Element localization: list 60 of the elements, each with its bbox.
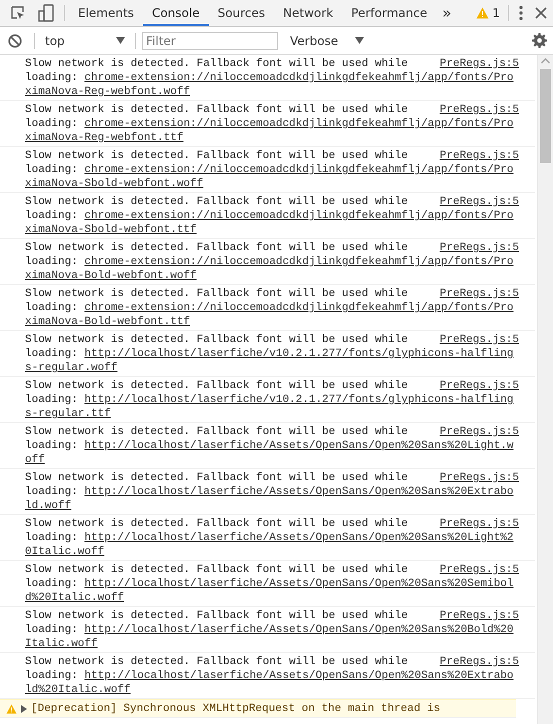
message-text: loading: chrome-extension://niloccemoadcdkdjlinkgdfekeahmflj/app/fonts/ProximaNova-Bold-webfont.woff (25, 255, 514, 283)
message-text: Slow network is detected. Fallback font will be used while (25, 517, 408, 531)
message-text: Slow network is detected. Fallback font will be used while (25, 379, 408, 393)
message-text: loading: http://localhost/laserfiche/Assets/OpenSans/Open%20Sans%20Light.woff (25, 439, 514, 467)
message-text: Slow network is detected. Fallback font will be used while (25, 333, 408, 347)
panel-tab[interactable]: Elements (69, 0, 143, 26)
warning-icon (6, 704, 17, 714)
panel-tab[interactable]: Sources (208, 0, 274, 26)
source-link[interactable]: PreRegs.js:5 (440, 241, 519, 255)
warning-icon (476, 7, 490, 19)
panel-tab[interactable]: Performance (342, 0, 436, 26)
source-link[interactable]: PreRegs.js:5 (440, 517, 519, 531)
panel-tab[interactable]: Network (274, 0, 342, 26)
message-text: loading: http://localhost/laserfiche/v10.2.1.277/fonts/glyphicons-halflings-regular.ttf (25, 393, 514, 421)
message-text: Slow network is detected. Fallback font will be used while (25, 609, 408, 623)
message-text: Slow network is detected. Fallback font will be used while (25, 471, 408, 485)
source-link[interactable]: PreRegs.js:5 (440, 103, 519, 117)
log-levels-select[interactable]: Verbose (286, 30, 368, 52)
source-link[interactable]: PreRegs.js:5 (440, 57, 519, 71)
message-text: loading: chrome-extension://niloccemoadcdkdjlinkgdfekeahmflj/app/fonts/ProximaNova-Reg-webfont.ttf (25, 117, 514, 145)
message-text: loading: chrome-extension://niloccemoadcdkdjlinkgdfekeahmflj/app/fonts/ProximaNova-Sbold-webfont.woff (25, 163, 514, 191)
expand-arrow-icon[interactable] (21, 705, 27, 713)
warning-text: [Deprecation] Synchronous XMLHttpRequest on the main thread is (31, 702, 440, 716)
message-text: Slow network is detected. Fallback font will be used while (25, 57, 408, 71)
message-text: loading: chrome-extension://niloccemoadcdkdjlinkgdfekeahmflj/app/fonts/ProximaNova-Sbold-webfont.ttf (25, 209, 514, 237)
message-text: loading: chrome-extension://niloccemoadcdkdjlinkgdfekeahmflj/app/fonts/ProximaNova-Bold-webfont.ttf (25, 301, 514, 329)
filter-field[interactable]: Filter (142, 32, 278, 50)
source-link[interactable]: PreRegs.js:5 (440, 655, 519, 669)
message-text: loading: http://localhost/laserfiche/Assets/OpenSans/Open%20Sans%20Light%20Italic.woff (25, 531, 514, 559)
message-text: loading: http://localhost/laserfiche/Assets/OpenSans/Open%20Sans%20Extrabold.woff (25, 485, 514, 513)
message-text: loading: http://localhost/laserfiche/v10.2.1.277/fonts/glyphicons-halflings-regular.woff (25, 347, 514, 375)
source-link[interactable]: PreRegs.js:5 (440, 149, 519, 163)
source-link[interactable]: PreRegs.js:5 (440, 287, 519, 301)
scrollbar[interactable] (537, 55, 553, 724)
message-text: Slow network is detected. Fallback font will be used while (25, 655, 408, 669)
message-text: Slow network is detected. Fallback font will be used while (25, 287, 408, 301)
dropdown-arrow-icon (116, 37, 125, 44)
message-text: loading: http://localhost/laserfiche/Assets/OpenSans/Open%20Sans%20Bold%20Italic.woff (25, 623, 514, 651)
message-text: Slow network is detected. Fallback font will be used while (25, 149, 408, 163)
message-text: Slow network is detected. Fallback font will be used while (25, 241, 408, 255)
source-link[interactable]: PreRegs.js:5 (440, 471, 519, 485)
warning-counter[interactable]: 1 (472, 6, 504, 20)
context-select[interactable]: top (41, 30, 129, 52)
source-link[interactable]: PreRegs.js:5 (440, 425, 519, 439)
message-text: Slow network is detected. Fallback font will be used while (25, 103, 408, 117)
source-link[interactable]: PreRegs.js:5 (440, 563, 519, 577)
source-link[interactable]: PreRegs.js:5 (440, 195, 519, 209)
message-text: Slow network is detected. Fallback font will be used while (25, 425, 408, 439)
message-text: Slow network is detected. Fallback font will be used while (25, 195, 408, 209)
panel-tab[interactable]: Console (142, 0, 209, 26)
source-link[interactable]: PreRegs.js:5 (440, 609, 519, 623)
source-link[interactable]: PreRegs.js:5 (440, 379, 519, 393)
message-text: loading: http://localhost/laserfiche/Assets/OpenSans/Open%20Sans%20Extrabold%20Italic.woff (25, 669, 514, 697)
more-tabs-button[interactable]: » (436, 0, 458, 26)
message-text: loading: chrome-extension://niloccemoadcdkdjlinkgdfekeahmflj/app/fonts/ProximaNova-Reg-webfont.woff (25, 71, 514, 99)
dropdown-arrow-icon (355, 37, 364, 44)
scrollbar-thumb[interactable] (540, 69, 551, 163)
source-link[interactable]: PreRegs.js:5 (440, 333, 519, 347)
message-text: loading: http://localhost/laserfiche/Assets/OpenSans/Open%20Sans%20Semibold%20Italic.woff (25, 577, 514, 605)
message-text: Slow network is detected. Fallback font will be used while (25, 563, 408, 577)
